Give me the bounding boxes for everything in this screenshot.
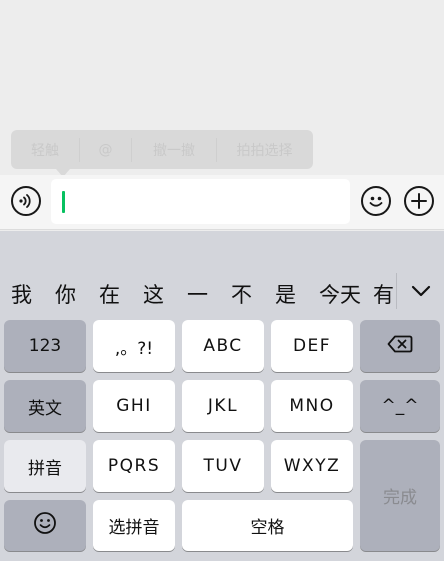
space-key-label: 空格: [250, 518, 285, 538]
candidate-word[interactable]: 不: [231, 281, 252, 309]
candidate-word[interactable]: 你: [55, 281, 76, 309]
candidate-word[interactable]: 有: [373, 281, 395, 309]
pqrs-key-label: PQRS: [107, 456, 161, 476]
popup-item[interactable]: 拍拍选择: [217, 130, 312, 169]
candidate-word[interactable]: 这: [143, 281, 164, 309]
message-input-bar: [0, 175, 444, 230]
space-key[interactable]: 空格: [182, 500, 353, 551]
emoji-key[interactable]: [4, 500, 86, 551]
candidate-word[interactable]: 我: [11, 281, 32, 309]
select-pinyin-key[interactable]: 选拼音: [93, 500, 175, 551]
punctuation-key[interactable]: ,。?!: [93, 320, 175, 372]
candidate-word[interactable]: 一: [187, 281, 208, 309]
smiley-icon: [33, 511, 57, 540]
pqrs-key[interactable]: PQRS: [93, 440, 175, 492]
jkl-key[interactable]: JKL: [182, 380, 264, 432]
numbers-key[interactable]: 123: [4, 320, 86, 372]
text-caret: [62, 191, 65, 213]
backspace-icon: [387, 335, 413, 358]
popup-item[interactable]: 撤一撤: [132, 130, 216, 169]
abc-key-label: ABC: [203, 336, 243, 356]
numbers-key-label: 123: [28, 336, 62, 356]
abc-key[interactable]: ABC: [182, 320, 264, 372]
pinyin-key-label: 拼音: [28, 458, 62, 479]
tuv-key[interactable]: TUV: [182, 440, 264, 492]
jkl-key-label: JKL: [207, 396, 239, 416]
candidate-bar: 我 你 在 这 一 不 是 今天 有: [0, 231, 444, 317]
chat-area: 轻触 @ 撤一撤 拍拍选择: [0, 0, 444, 177]
message-input[interactable]: [51, 179, 350, 224]
english-key[interactable]: 英文: [4, 380, 86, 432]
mno-key-label: MNO: [289, 396, 335, 416]
plus-icon[interactable]: [404, 186, 434, 216]
pinyin-key[interactable]: 拼音: [4, 440, 86, 492]
select-pinyin-key-label: 选拼音: [108, 518, 160, 538]
wxyz-key[interactable]: WXYZ: [271, 440, 353, 492]
popup-item[interactable]: @: [80, 130, 131, 169]
done-key-label: 完成: [383, 488, 417, 508]
tuv-key-label: TUV: [203, 456, 243, 476]
candidate-word[interactable]: 是: [275, 281, 296, 309]
english-key-label: 英文: [28, 398, 62, 419]
def-key-label: DEF: [292, 336, 332, 356]
punctuation-key-label: ,。?!: [114, 338, 154, 359]
kaomoji-key[interactable]: ^_^: [360, 380, 440, 432]
candidate-word[interactable]: 在: [99, 281, 120, 309]
chinese-nine-key-keyboard: 我 你 在 这 一 不 是 今天 有 123 ,。?! ABC DEF 英文 G…: [0, 231, 444, 561]
candidate-word[interactable]: 今天: [319, 281, 361, 309]
delete-key[interactable]: [360, 320, 440, 372]
wxyz-key-label: WXYZ: [283, 456, 341, 476]
voice-wave-icon[interactable]: [11, 186, 41, 216]
done-key[interactable]: 完成: [360, 440, 440, 551]
message-context-popup: 轻触 @ 撤一撤 拍拍选择: [11, 130, 313, 169]
ghi-key[interactable]: GHI: [93, 380, 175, 432]
popup-item[interactable]: 轻触: [11, 130, 79, 169]
kaomoji-key-label: ^_^: [381, 396, 419, 416]
chevron-down-icon[interactable]: [405, 277, 437, 305]
mno-key[interactable]: MNO: [271, 380, 353, 432]
candidate-divider: [396, 273, 397, 309]
smiley-icon[interactable]: [361, 186, 391, 216]
ghi-key-label: GHI: [116, 396, 152, 416]
def-key[interactable]: DEF: [271, 320, 353, 372]
